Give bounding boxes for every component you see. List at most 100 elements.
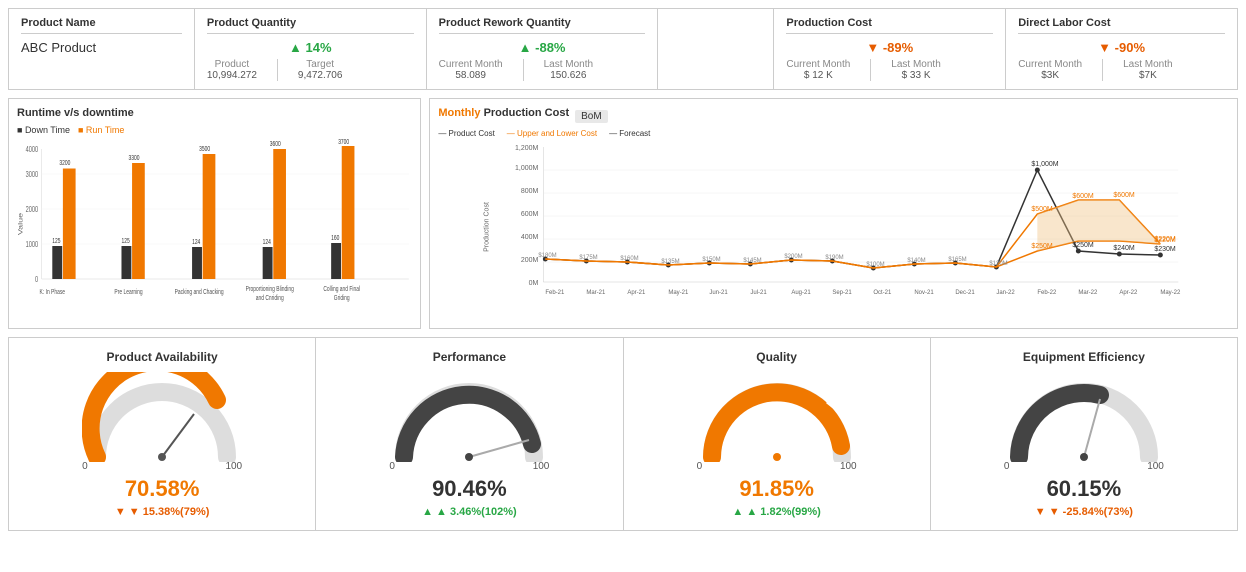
gauge-availability-labels: 0 100: [82, 461, 242, 472]
kpi-production-cost-title: Production Cost: [786, 17, 993, 34]
svg-text:3500: 3500: [199, 146, 210, 153]
svg-text:3600: 3600: [270, 141, 281, 148]
svg-text:$250M: $250M: [1073, 242, 1095, 249]
gauge-availability-visual: [82, 372, 242, 457]
down-arrow-icon: [1098, 40, 1111, 55]
svg-text:$120M: $120M: [990, 261, 1008, 267]
gauge-efficiency-title: Equipment Efficiency: [939, 350, 1229, 364]
svg-text:$145M: $145M: [744, 258, 762, 264]
up-arrow-icon: ▲: [422, 506, 436, 518]
kpi-product-rework: Product Rework Quantity -88% Current Mon…: [427, 9, 659, 89]
svg-text:Feb-22: Feb-22: [1038, 290, 1058, 296]
gauge-quality-percent: 91.85%: [632, 476, 922, 502]
gauge-performance-labels: 0 100: [389, 461, 549, 472]
runtime-chart-title: Runtime v/s downtime: [17, 107, 412, 119]
svg-text:$150M: $150M: [703, 257, 721, 263]
gauge-availability: Product Availability 0 100 70.58% ▼ ▼ 15: [9, 338, 316, 530]
svg-text:Packing and Chacking: Packing and Chacking: [175, 289, 224, 296]
gauge-quality-change: ▲ ▲ 1.82%(99%): [632, 506, 922, 518]
gauge-quality-labels: 0 100: [697, 461, 857, 472]
svg-text:$240M: $240M: [1114, 245, 1136, 252]
svg-text:1,000M: 1,000M: [515, 165, 539, 172]
svg-text:Production Cost: Production Cost: [484, 202, 491, 252]
kpi-product-quantity: Product Quantity 14% Product 10,994.272 …: [195, 9, 427, 89]
kpi-production-cost-sub: Current Month $ 12 K Last Month $ 33 K: [786, 59, 993, 81]
kpi-product-rework-title: Product Rework Quantity: [439, 17, 646, 34]
svg-text:125: 125: [52, 238, 61, 245]
svg-text:0: 0: [35, 276, 38, 284]
kpi-target-sub: Target 9,472.706: [298, 59, 343, 81]
svg-text:Proportioning Blinding: Proportioning Blinding: [246, 286, 294, 293]
legend-product-cost: — Product Cost: [438, 129, 494, 138]
svg-text:$160M: $160M: [621, 256, 639, 262]
kpi-direct-labor-badge: -90%: [1018, 40, 1225, 55]
legend-runtime: ■ Run Time: [78, 125, 124, 135]
svg-text:$100M: $100M: [867, 262, 885, 268]
bom-tag: BoM: [575, 110, 608, 123]
kpi-product-quantity-title: Product Quantity: [207, 17, 414, 34]
kpi-direct-labor-title: Direct Labor Cost: [1018, 17, 1225, 34]
svg-text:$220M: $220M: [1155, 237, 1177, 244]
svg-text:Apr-22: Apr-22: [1120, 290, 1139, 296]
svg-text:3200: 3200: [59, 160, 70, 167]
kpi-direct-labor-sub: Current Month $3K Last Month $7K: [1018, 59, 1225, 81]
svg-text:$250M: $250M: [1032, 243, 1054, 250]
svg-text:Griding: Griding: [334, 295, 350, 302]
down-arrow-icon: [866, 40, 879, 55]
svg-text:Apr-21: Apr-21: [628, 290, 647, 296]
gauge-availability-change: ▼ ▼ 15.38%(79%): [17, 506, 307, 518]
gauge-quality-visual: [697, 372, 857, 457]
svg-text:$230M: $230M: [1155, 246, 1177, 253]
svg-text:0M: 0M: [529, 280, 539, 287]
svg-text:Nov-21: Nov-21: [915, 290, 935, 296]
kpi-prod-cost-current: Current Month $ 12 K: [786, 59, 850, 81]
gauge-performance: Performance 0 100 90.46% ▲ ▲ 3.46%(102%): [316, 338, 623, 530]
legend-upper-lower: — Upper and Lower Cost: [507, 129, 597, 138]
gauge-efficiency-labels: 0 100: [1004, 461, 1164, 472]
gauge-quality-title: Quality: [632, 350, 922, 364]
svg-text:4000: 4000: [26, 146, 39, 154]
kpi-product-quantity-badge: 14%: [207, 40, 414, 55]
svg-text:200M: 200M: [521, 257, 539, 264]
svg-text:124: 124: [192, 239, 201, 246]
gauge-efficiency: Equipment Efficiency 0 100 60.15% ▼ ▼ -2…: [931, 338, 1237, 530]
legend-downtime: ■ Down Time: [17, 125, 70, 135]
kpi-labor-last: Last Month $7K: [1123, 59, 1172, 81]
gauge-performance-visual: [389, 372, 549, 457]
svg-text:Jun-21: Jun-21: [710, 290, 729, 296]
svg-text:2000: 2000: [26, 206, 39, 214]
svg-text:K: In Phase: K: In Phase: [40, 289, 66, 296]
svg-text:$600M: $600M: [1073, 193, 1095, 200]
kpi-product-name-value: ABC Product: [21, 40, 182, 55]
svg-text:Jan-22: Jan-22: [997, 290, 1016, 296]
svg-text:3300: 3300: [129, 155, 140, 162]
svg-text:$600M: $600M: [1114, 192, 1136, 199]
prod-cost-chart-title: Monthly Production Cost: [438, 107, 569, 119]
dashboard: Product Name ABC Product Product Quantit…: [0, 0, 1246, 539]
bar-chart-svg: Value 0 1000 2000 3000 4000 125 3200 K: …: [17, 139, 412, 309]
kpi-product-sub: Product 10,994.272: [207, 59, 257, 81]
svg-text:Value: Value: [17, 213, 24, 235]
kpi-row: Product Name ABC Product Product Quantit…: [8, 8, 1238, 90]
gauge-row: Product Availability 0 100 70.58% ▼ ▼ 15: [8, 337, 1238, 531]
kpi-prod-cost-last: Last Month $ 33 K: [891, 59, 940, 81]
svg-text:600M: 600M: [521, 211, 539, 218]
svg-text:400M: 400M: [521, 234, 539, 241]
svg-text:1000: 1000: [26, 241, 39, 249]
kpi-rework-last: Last Month 150.626: [544, 59, 593, 81]
svg-text:125: 125: [121, 238, 130, 245]
kpi-product-name-title: Product Name: [21, 17, 182, 34]
svg-text:Colling and Final: Colling and Final: [323, 286, 360, 293]
svg-text:Jul-21: Jul-21: [751, 290, 768, 296]
svg-text:Aug-21: Aug-21: [792, 290, 812, 296]
svg-text:$180M: $180M: [539, 253, 557, 259]
gauge-efficiency-percent: 60.15%: [939, 476, 1229, 502]
svg-text:$500M: $500M: [1032, 206, 1054, 213]
gauge-performance-title: Performance: [324, 350, 614, 364]
svg-text:3700: 3700: [338, 139, 349, 146]
mid-charts-row: Runtime v/s downtime ■ Down Time ■ Run T…: [8, 98, 1238, 329]
down-arrow-icon: ▼: [1035, 506, 1049, 518]
svg-text:160: 160: [331, 235, 340, 242]
svg-text:May-22: May-22: [1161, 290, 1182, 296]
gauge-quality: Quality 0 100 91.85% ▲ ▲ 1.82%(99%): [624, 338, 931, 530]
